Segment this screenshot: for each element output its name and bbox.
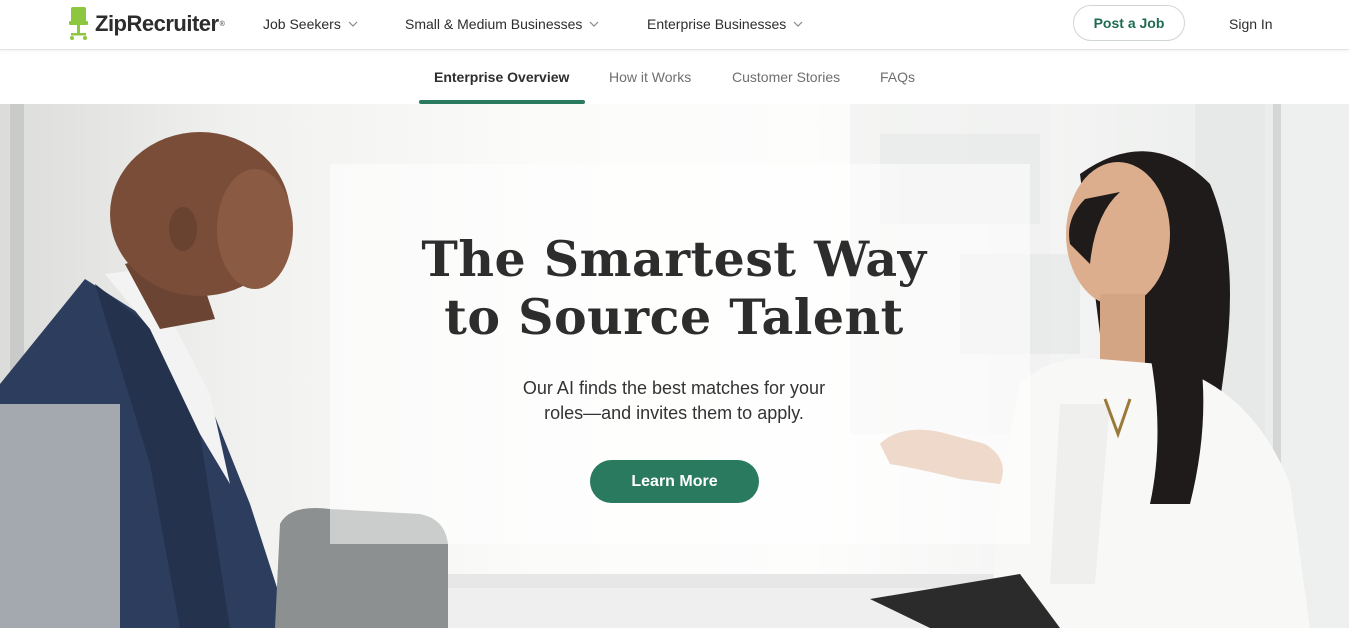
post-a-job-button[interactable]: Post a Job (1073, 5, 1185, 41)
hero-subtitle: Our AI finds the best matches for your r… (474, 376, 874, 426)
hero-subtitle-line-1: Our AI finds the best matches for your (522, 378, 826, 398)
hero-title-line-2: to Source Talent (444, 288, 904, 346)
hero-title-line-1: The Smartest Way (421, 230, 927, 288)
hero-background-photo (0, 104, 1349, 628)
chair-logo-icon (69, 7, 91, 41)
registered-mark: ® (219, 20, 225, 28)
learn-more-button[interactable]: Learn More (590, 460, 759, 503)
nav-job-seekers-label: Job Seekers (263, 16, 341, 32)
nav-job-seekers[interactable]: Job Seekers (263, 16, 358, 32)
logo-wordmark: ZipRecruiter (95, 11, 219, 36)
nav-enterprise-businesses[interactable]: Enterprise Businesses (647, 16, 803, 32)
tab-enterprise-overview[interactable]: Enterprise Overview (434, 69, 569, 85)
chevron-down-icon (589, 19, 599, 29)
active-tab-indicator (419, 100, 585, 104)
chevron-down-icon (793, 19, 803, 29)
tab-faqs[interactable]: FAQs (880, 69, 915, 85)
hero-section: The Smartest Way to Source Talent Our AI… (0, 104, 1349, 628)
tab-customer-stories[interactable]: Customer Stories (732, 69, 840, 85)
chevron-down-icon (348, 19, 358, 29)
nav-enterprise-businesses-label: Enterprise Businesses (647, 16, 787, 32)
sign-in-link[interactable]: Sign In (1229, 16, 1273, 32)
nav-small-medium-businesses[interactable]: Small & Medium Businesses (405, 16, 599, 32)
enterprise-subnav: Enterprise Overview How it Works Custome… (0, 51, 1349, 104)
tab-how-it-works[interactable]: How it Works (609, 69, 691, 85)
nav-small-medium-businesses-label: Small & Medium Businesses (405, 16, 583, 32)
hero-subtitle-line-2: roles—and invites them to apply. (544, 403, 804, 423)
hero-title: The Smartest Way to Source Talent (374, 230, 974, 346)
ziprecruiter-logo[interactable]: ZipRecruiter ® (69, 6, 225, 42)
top-navigation: ZipRecruiter ® Job Seekers Small & Mediu… (0, 0, 1349, 50)
